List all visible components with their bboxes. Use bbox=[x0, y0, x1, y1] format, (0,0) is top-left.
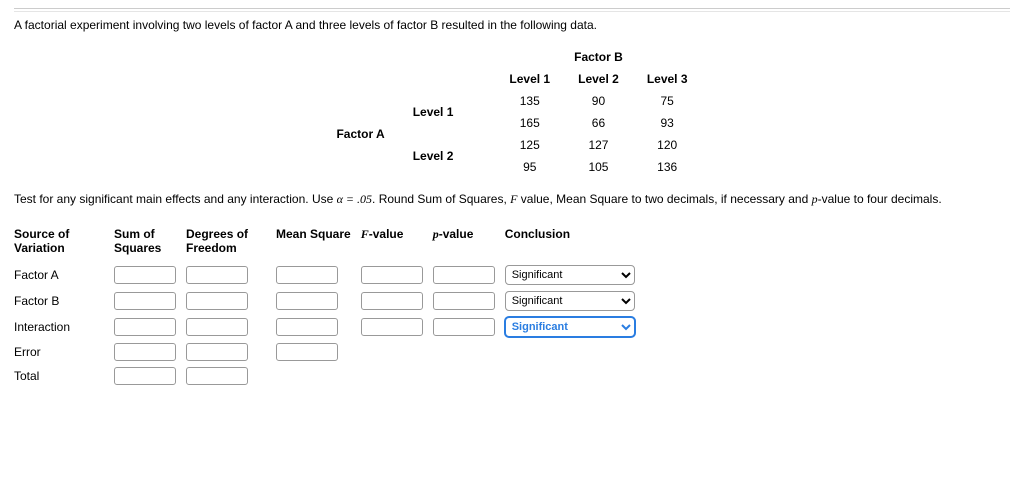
cell-a2-b3-r2: 136 bbox=[633, 156, 702, 178]
cell-a1-b3-r1: 75 bbox=[633, 90, 702, 112]
factor-a-header: Factor A bbox=[322, 112, 398, 156]
p-factor-a[interactable] bbox=[433, 266, 495, 284]
df-interaction[interactable] bbox=[186, 318, 248, 336]
cell-a1-b3-r2: 93 bbox=[633, 112, 702, 134]
f-factor-b[interactable] bbox=[361, 292, 423, 310]
label-error: Error bbox=[14, 343, 114, 361]
data-table: Factor B Level 1 Level 2 Level 3 Level 1… bbox=[322, 46, 701, 178]
df-error[interactable] bbox=[186, 343, 248, 361]
col-ms: Mean Square bbox=[276, 227, 361, 259]
label-interaction: Interaction bbox=[14, 317, 114, 337]
cell-a1-b1-r2: 165 bbox=[495, 112, 564, 134]
cell-a2-b3-r1: 120 bbox=[633, 134, 702, 156]
instruction-text: Test for any significant main effects an… bbox=[14, 192, 1010, 207]
instr-post2: value, Mean Square to two decimals, if n… bbox=[517, 192, 811, 206]
col-concl: Conclusion bbox=[505, 227, 645, 259]
cell-a1-b2-r2: 66 bbox=[564, 112, 633, 134]
a-level-1: Level 1 bbox=[399, 90, 468, 134]
ss-interaction[interactable] bbox=[114, 318, 176, 336]
row-total: Total bbox=[14, 367, 645, 385]
col-f: F-value bbox=[361, 227, 433, 259]
instr-pre: Test for any significant main effects an… bbox=[14, 192, 337, 206]
cell-a2-b2-r1: 127 bbox=[564, 134, 633, 156]
a-level-2: Level 2 bbox=[399, 134, 468, 178]
f-interaction[interactable] bbox=[361, 318, 423, 336]
b-level-2: Level 2 bbox=[564, 68, 633, 90]
row-interaction: Interaction Significant bbox=[14, 317, 645, 337]
label-factor-a: Factor A bbox=[14, 265, 114, 285]
p-interaction[interactable] bbox=[433, 318, 495, 336]
ms-interaction[interactable] bbox=[276, 318, 338, 336]
cell-a1-b2-r1: 90 bbox=[564, 90, 633, 112]
concl-interaction[interactable]: Significant bbox=[505, 317, 635, 337]
label-total: Total bbox=[14, 367, 114, 385]
cell-a2-b1-r2: 95 bbox=[495, 156, 564, 178]
instr-post3: -value to four decimals. bbox=[818, 192, 942, 206]
b-level-1: Level 1 bbox=[495, 68, 564, 90]
col-source: Source ofVariation bbox=[14, 227, 114, 259]
ss-factor-a[interactable] bbox=[114, 266, 176, 284]
concl-factor-b[interactable]: Significant bbox=[505, 291, 635, 311]
col-p: p-value bbox=[433, 227, 505, 259]
row-factor-a: Factor A Significant bbox=[14, 265, 645, 285]
factor-b-header: Factor B bbox=[495, 46, 701, 68]
cell-a2-b2-r2: 105 bbox=[564, 156, 633, 178]
label-factor-b: Factor B bbox=[14, 291, 114, 311]
concl-factor-a[interactable]: Significant bbox=[505, 265, 635, 285]
cell-a1-b1-r1: 135 bbox=[495, 90, 564, 112]
anova-table: Source ofVariation Sum ofSquares Degrees… bbox=[14, 221, 645, 391]
ss-factor-b[interactable] bbox=[114, 292, 176, 310]
b-level-3: Level 3 bbox=[633, 68, 702, 90]
ss-error[interactable] bbox=[114, 343, 176, 361]
ms-factor-b[interactable] bbox=[276, 292, 338, 310]
cell-a2-b1-r1: 125 bbox=[495, 134, 564, 156]
row-factor-b: Factor B Significant bbox=[14, 291, 645, 311]
f-factor-a[interactable] bbox=[361, 266, 423, 284]
instr-post1: . Round Sum of Squares, bbox=[372, 192, 510, 206]
df-factor-a[interactable] bbox=[186, 266, 248, 284]
divider bbox=[14, 8, 1010, 12]
ss-total[interactable] bbox=[114, 367, 176, 385]
ms-error[interactable] bbox=[276, 343, 338, 361]
alpha-expr: α = .05 bbox=[337, 192, 372, 206]
df-total[interactable] bbox=[186, 367, 248, 385]
p-factor-b[interactable] bbox=[433, 292, 495, 310]
col-ss: Sum ofSquares bbox=[114, 227, 186, 259]
ms-factor-a[interactable] bbox=[276, 266, 338, 284]
intro-text: A factorial experiment involving two lev… bbox=[14, 18, 1010, 32]
df-factor-b[interactable] bbox=[186, 292, 248, 310]
col-df: Degrees ofFreedom bbox=[186, 227, 276, 259]
row-error: Error bbox=[14, 343, 645, 361]
